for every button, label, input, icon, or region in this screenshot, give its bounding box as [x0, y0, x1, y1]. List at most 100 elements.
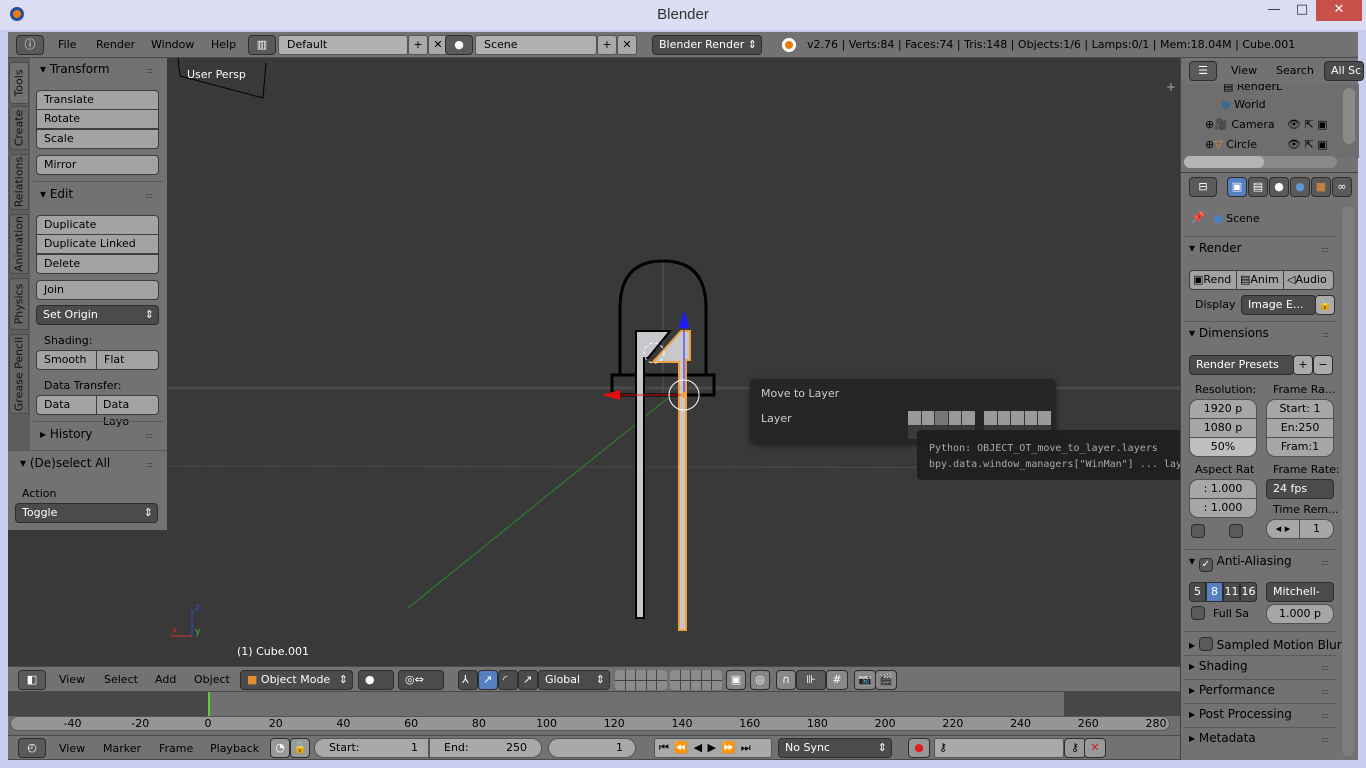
layer-button[interactable] — [712, 670, 722, 680]
menu-timeline-view[interactable]: View — [59, 736, 85, 762]
lock-layers-icon[interactable]: ▣ — [726, 670, 746, 690]
time-remap-new-field[interactable]: 1 — [1299, 519, 1334, 539]
layer-button[interactable] — [948, 411, 962, 425]
drag-grip-icon[interactable]: :::: — [1321, 663, 1329, 672]
timeline-editor-type-icon[interactable]: ◴ — [18, 738, 46, 758]
smooth-button[interactable]: Smooth — [36, 350, 97, 370]
outliner-filter-dropdown[interactable]: All Sc — [1324, 61, 1364, 81]
drag-grip-icon[interactable]: :::: — [145, 66, 153, 75]
pin-icon[interactable]: 📌 — [1191, 211, 1205, 224]
dimensions-panel-header[interactable]: ▾ Dimensions — [1189, 326, 1269, 340]
aa-sample-16[interactable]: 16 — [1240, 582, 1257, 602]
menu-object[interactable]: Object — [194, 667, 230, 693]
drag-grip-icon[interactable]: :::: — [1321, 735, 1329, 744]
render-still-button[interactable]: ▣Rend — [1189, 270, 1237, 290]
pivot-point-dropdown[interactable]: ◎⇔ — [398, 670, 444, 690]
edit-panel-header[interactable]: ▾ Edit — [40, 187, 73, 201]
render-engine-dropdown[interactable]: Blender Render ⇕ — [652, 35, 762, 55]
frame-start-field[interactable]: Start: 1 — [1266, 399, 1334, 419]
add-scene-button[interactable]: + — [597, 35, 617, 55]
current-frame-field[interactable]: 1 — [548, 738, 636, 758]
layer-button[interactable] — [997, 411, 1011, 425]
menu-frame[interactable]: Frame — [159, 736, 193, 762]
tab-render-camera-icon[interactable]: ▣ — [1227, 177, 1247, 197]
layer-button[interactable] — [691, 680, 701, 690]
tab-constraints-icon[interactable]: ∞ — [1332, 177, 1352, 197]
menu-view[interactable]: View — [59, 667, 85, 693]
insert-keyframe-icon[interactable]: ⚷ — [1064, 738, 1086, 758]
viewport-shading-dropdown[interactable]: ● — [358, 670, 394, 690]
resolution-percentage-slider[interactable]: 50% — [1189, 437, 1257, 457]
layer-button[interactable] — [1024, 411, 1038, 425]
outliner-item-world[interactable]: ● World — [1221, 98, 1266, 111]
data-layout-button[interactable]: Data Layo — [96, 395, 159, 428]
tab-object-icon[interactable]: ■ — [1311, 177, 1331, 197]
action-dropdown[interactable]: Toggle ⇕ — [15, 503, 158, 523]
set-origin-dropdown[interactable]: Set Origin ⇕ — [36, 305, 159, 325]
tab-physics[interactable]: Physics — [9, 278, 29, 330]
outliner-vscrollbar[interactable] — [1343, 88, 1355, 144]
duplicate-button[interactable]: Duplicate — [36, 215, 159, 235]
add-screen-button[interactable]: + — [408, 35, 428, 55]
drag-grip-icon[interactable]: :::: — [145, 191, 153, 200]
layer-button[interactable] — [908, 411, 921, 425]
translate-button[interactable]: Translate — [36, 90, 159, 110]
rotate-manipulator-icon[interactable]: ◜ — [498, 670, 518, 690]
layer-button[interactable] — [691, 670, 701, 680]
3d-viewport[interactable]: User Persp (1) Cube.001 x y z + — [8, 58, 1180, 666]
rotate-button[interactable]: Rotate — [36, 109, 159, 129]
scene-field[interactable]: Scene — [475, 35, 597, 55]
sync-dropdown[interactable]: No Sync ⇕ — [778, 738, 892, 758]
info-editor-type-icon[interactable]: ⓘ — [16, 35, 44, 55]
layer-button[interactable] — [625, 680, 636, 690]
layer-button[interactable] — [657, 670, 667, 680]
z-arrow-icon[interactable] — [679, 310, 689, 328]
layer-button[interactable] — [615, 680, 625, 690]
drag-grip-icon[interactable]: :::: — [145, 431, 153, 440]
timeline[interactable] — [8, 692, 1180, 735]
manipulator-toggle-icon[interactable]: ⅄ — [458, 670, 478, 690]
operator-panel-header[interactable]: ▾ (De)select All — [20, 456, 110, 470]
time-remap-old-field[interactable]: ◂ ▸ — [1266, 519, 1300, 539]
properties-region-toggle-icon[interactable]: + — [1166, 80, 1176, 94]
aa-sample-8[interactable]: 8 — [1206, 582, 1223, 602]
mode-dropdown[interactable]: ■ Object Mode ⇕ — [240, 670, 353, 690]
layer-button[interactable] — [670, 670, 680, 680]
translate-manipulator-icon[interactable]: ↗ — [478, 670, 498, 690]
aspect-y-field[interactable]: : 1.000 — [1189, 498, 1257, 518]
timeline-scrollbar[interactable] — [10, 716, 1170, 731]
drag-grip-icon[interactable]: :::: — [145, 460, 153, 469]
snap-target-icon[interactable]: # — [826, 670, 848, 690]
preview-range-icon[interactable]: ◔ — [270, 738, 290, 758]
layer-button[interactable] — [701, 670, 712, 680]
aa-samples-selector[interactable]: 5 8 11 16 — [1189, 582, 1257, 602]
frame-rate-dropdown[interactable]: 24 fps — [1266, 479, 1334, 499]
motion-blur-checkbox[interactable] — [1198, 637, 1213, 651]
keying-set-field[interactable]: ⚷ — [934, 738, 1064, 758]
layer-button[interactable] — [712, 680, 722, 690]
layer-button[interactable] — [625, 670, 636, 680]
scene-layers-left[interactable] — [615, 670, 667, 690]
snap-magnet-icon[interactable]: ∩ — [776, 670, 796, 690]
menu-help[interactable]: Help — [211, 32, 236, 58]
outliner-item-renderlayers[interactable]: ▤ RenderL — [1223, 84, 1282, 93]
layer-button[interactable] — [657, 680, 667, 690]
render-animation-button[interactable]: ▤Anim — [1236, 270, 1284, 290]
render-panel-header[interactable]: ▾ Render — [1189, 241, 1242, 255]
outliner-item-circle[interactable]: ⊕▽ Circle — [1205, 138, 1257, 151]
delete-scene-button[interactable]: ✕ — [617, 35, 637, 55]
transform-panel-header[interactable]: ▾ Transform — [40, 62, 110, 76]
outliner-menu-view[interactable]: View — [1231, 58, 1257, 84]
orientation-dropdown[interactable]: Global ⇕ — [538, 670, 610, 690]
resolution-x-field[interactable]: 1920 p — [1189, 399, 1257, 419]
delete-keyframe-icon[interactable]: ✕ — [1084, 738, 1106, 758]
drag-grip-icon[interactable]: :::: — [1321, 330, 1329, 339]
minimize-button[interactable]: — — [1260, 0, 1288, 21]
aa-sample-5[interactable]: 5 — [1189, 582, 1206, 602]
layer-button[interactable] — [962, 411, 975, 425]
tab-grease-pencil[interactable]: Grease Pencil — [9, 334, 29, 414]
layer-button[interactable] — [935, 411, 948, 425]
tab-create[interactable]: Create — [9, 106, 29, 150]
screen-layout-icon[interactable]: ▥ — [248, 35, 276, 55]
border-checkbox[interactable] — [1191, 524, 1205, 538]
